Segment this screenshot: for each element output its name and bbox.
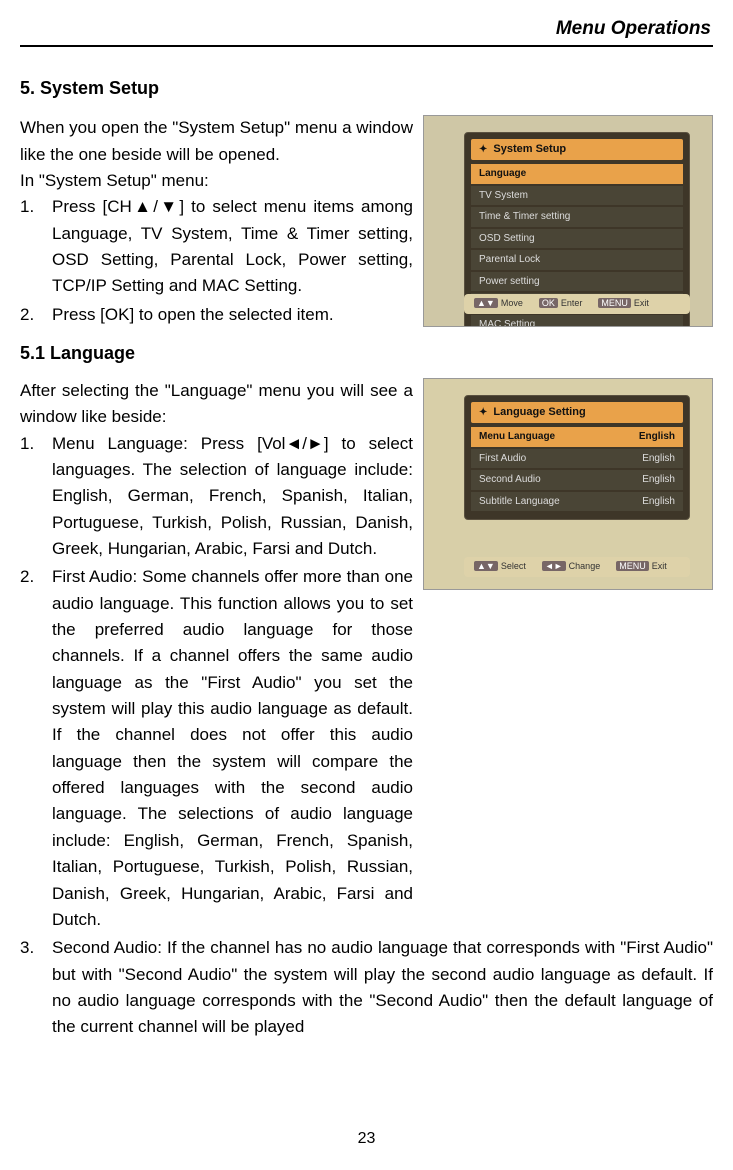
screenshot-hint-bar: ▲▼Move OKEnter MENUExit bbox=[464, 294, 690, 314]
menu-row: OSD Setting bbox=[471, 229, 683, 249]
menu-row: Subtitle LanguageEnglish bbox=[471, 492, 683, 512]
menu-row: Parental Lock bbox=[471, 250, 683, 270]
screenshot-panel-title: System Setup bbox=[493, 141, 566, 158]
menu-row: Time & Timer setting bbox=[471, 207, 683, 227]
header-rule bbox=[20, 45, 713, 47]
menu-row: Power setting bbox=[471, 272, 683, 292]
list-text: Press [CH▲/▼] to select menu items among… bbox=[52, 194, 413, 299]
list-number: 2. bbox=[20, 302, 52, 328]
list-number: 2. bbox=[20, 564, 52, 933]
list-number: 3. bbox=[20, 935, 52, 1040]
list-text: Second Audio: If the channel has no audi… bbox=[52, 935, 713, 1040]
page-header-title: Menu Operations bbox=[20, 14, 713, 43]
menu-row: Language bbox=[471, 164, 683, 184]
menu-row: First AudioEnglish bbox=[471, 449, 683, 469]
page-number: 23 bbox=[0, 1127, 733, 1152]
list-text: Menu Language: Press [Vol◄/►] to select … bbox=[52, 431, 413, 563]
menu-row: Second AudioEnglish bbox=[471, 470, 683, 490]
section-5-1-heading: 5.1 Language bbox=[20, 340, 713, 368]
menu-row: TV System bbox=[471, 186, 683, 206]
section-5-heading: 5. System Setup bbox=[20, 75, 713, 103]
menu-row: MAC Setting bbox=[471, 315, 683, 327]
menu-row: Menu LanguageEnglish bbox=[471, 427, 683, 447]
screenshot-hint-bar: ▲▼Select ◄►Change MENUExit bbox=[464, 557, 690, 577]
language-setting-screenshot: Language Setting Menu LanguageEnglish Fi… bbox=[423, 378, 713, 590]
screenshot-panel-title: Language Setting bbox=[493, 404, 585, 421]
list-number: 1. bbox=[20, 431, 52, 563]
list-text: First Audio: Some channels offer more th… bbox=[52, 564, 413, 933]
system-setup-screenshot: System Setup Language TV System Time & T… bbox=[423, 115, 713, 327]
list-number: 1. bbox=[20, 194, 52, 299]
list-text: Press [OK] to open the selected item. bbox=[52, 302, 413, 328]
